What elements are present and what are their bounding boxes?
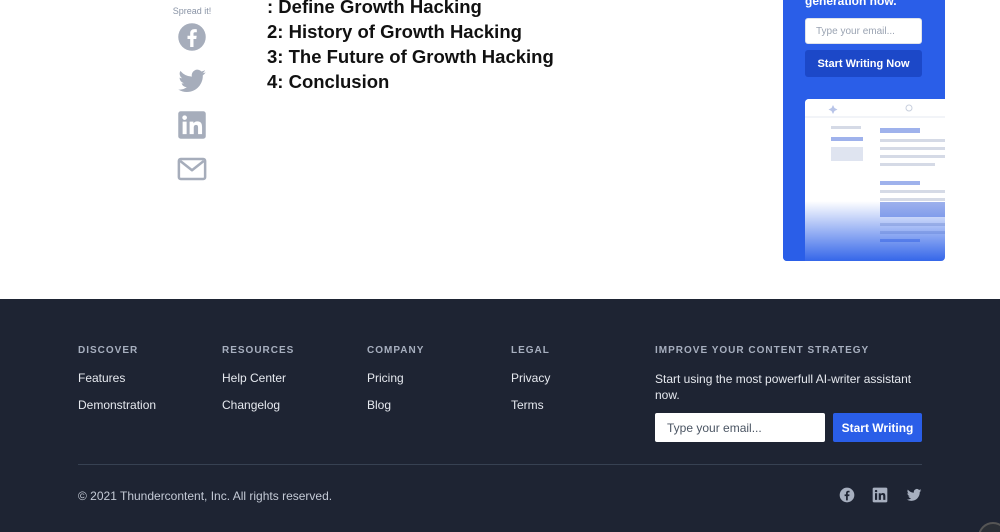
table-of-contents: : Define Growth Hacking 2: History of Gr… [267,0,554,94]
footer-divider [78,464,922,465]
footer-strategy-text: Start using the most powerfull AI-writer… [655,372,912,402]
footer-col-discover: DISCOVER Features Demonstration [78,345,156,425]
facebook-icon[interactable] [177,22,207,52]
linkedin-icon[interactable] [872,487,888,503]
footer-heading-company: COMPANY [367,345,425,356]
email-icon[interactable] [177,154,207,184]
copyright-text: © 2021 Thundercontent, Inc. All rights r… [78,489,333,503]
promo-card: generation now. Start Writing Now [783,0,945,261]
footer-col-strategy: IMPROVE YOUR CONTENT STRATEGY Start usin… [655,345,921,403]
footer-heading-resources: RESOURCES [222,345,295,356]
footer-heading-strategy: IMPROVE YOUR CONTENT STRATEGY [655,345,870,356]
linkedin-icon[interactable] [177,110,207,140]
footer-col-company: COMPANY Pricing Blog [367,345,424,425]
share-column: Spread it! [160,6,224,198]
toc-item-history[interactable]: 2: History of Growth Hacking [267,19,554,44]
promo-title: generation now. [805,0,897,8]
footer-link-features[interactable]: Features [78,371,156,385]
start-writing-button[interactable]: Start Writing [833,413,922,442]
twitter-icon[interactable] [906,487,922,503]
footer-link-help-center[interactable]: Help Center [222,371,294,385]
footer-link-privacy[interactable]: Privacy [511,371,550,385]
footer-link-changelog[interactable]: Changelog [222,398,294,412]
start-writing-now-button[interactable]: Start Writing Now [805,50,922,77]
toc-item-future[interactable]: 3: The Future of Growth Hacking [267,44,554,69]
promo-fade [783,201,945,261]
footer-col-resources: RESOURCES Help Center Changelog [222,345,294,425]
footer-heading-legal: LEGAL [511,345,550,356]
footer-link-pricing[interactable]: Pricing [367,371,424,385]
promo-email-input[interactable] [805,18,922,44]
footer-link-demonstration[interactable]: Demonstration [78,398,156,412]
newsletter-email-input[interactable] [655,413,825,442]
site-footer: DISCOVER Features Demonstration RESOURCE… [0,299,1000,532]
twitter-icon[interactable] [177,66,207,96]
toc-item-conclusion[interactable]: 4: Conclusion [267,69,554,94]
footer-link-terms[interactable]: Terms [511,398,550,412]
toc-item-define[interactable]: : Define Growth Hacking [267,0,554,19]
facebook-icon[interactable] [839,487,855,503]
footer-heading-discover: DISCOVER [78,345,139,356]
footer-col-legal: LEGAL Privacy Terms [511,345,550,425]
footer-link-blog[interactable]: Blog [367,398,424,412]
share-label: Spread it! [172,6,212,16]
